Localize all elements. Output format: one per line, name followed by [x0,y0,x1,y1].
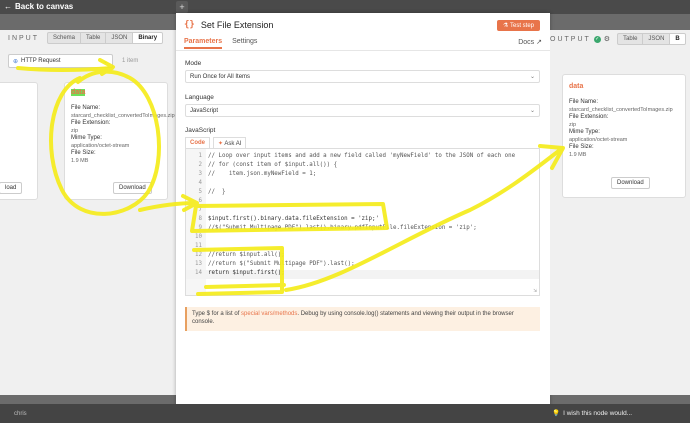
mode-value: Run Once for All Items [190,73,251,80]
feedback-label: I wish this node would... [563,409,633,417]
code-braces-icon: {} [184,20,195,30]
chevron-down-icon: ⌄ [102,58,108,65]
chevron-down-icon: ⌄ [529,108,535,114]
file-name-value: starcard_checklist_convertedToImages.zip [569,106,673,113]
node-editor-modal: {} Set File Extension ⚗ Test step Parame… [176,13,550,410]
code-hint: Type $ for a list of special vars/method… [185,307,540,331]
language-select[interactable]: JavaScript ⌄ [185,104,540,117]
tab-table[interactable]: Table [618,34,644,44]
code-line: 2// for (const item of $input.all()) { [198,162,338,168]
file-ext-label: File Extension: [569,114,609,120]
output-binary-card: data File Name: starcard_checklist_conve… [562,74,686,198]
gear-icon[interactable]: ⚙ [604,35,610,43]
file-name-label: File Name: [569,99,599,105]
code-line: 7 [198,207,203,213]
language-value: JavaScript [190,107,219,114]
ask-ai-label: Ask AI [224,141,242,147]
javascript-label: JavaScript [185,127,216,134]
tab-json[interactable]: JSON [106,33,134,43]
success-check-icon: ✓ [593,35,601,43]
mime-label: Mime Type: [71,135,102,141]
input-partial-card: load [0,82,38,200]
download-button[interactable]: Download [611,177,650,189]
code-line: 5// } [198,189,226,195]
tab-table[interactable]: Table [81,33,107,43]
code-line: 10 [195,234,202,240]
partial-download-button[interactable]: load [0,182,23,194]
back-to-canvas-link[interactable]: ← Back to canvas [4,2,73,11]
input-title: INPUT [8,34,39,42]
output-card-title: data [569,83,584,90]
mime-label: Mime Type: [569,129,600,135]
output-view-tabs: Table JSON B [617,33,686,45]
add-node-button[interactable]: + [176,1,188,13]
file-name-label: File Name: [71,105,101,111]
file-ext-value: zip [71,127,79,134]
sparkle-icon: ✦ [218,141,224,147]
flask-icon: ⚗ [503,23,509,29]
file-name-value: starcard_checklist_convertedToImages.zip [71,112,175,119]
feedback-link[interactable]: 💡 I wish this node would... [552,409,633,418]
modal-title: {} Set File Extension [184,20,273,30]
resize-handle-icon[interactable]: ⇲ [533,287,537,294]
mime-value: application/octet-stream [569,136,628,143]
tab-parameters[interactable]: Parameters [184,38,223,49]
file-size-value: 1.9 MB [569,151,587,158]
tab-binary[interactable]: Binary [133,33,163,43]
code-line: 9//$("Submit Multipage PDF").last().bina… [198,225,477,231]
code-line: 6 [198,198,203,204]
input-node-select[interactable]: ⊕ HTTP Request ⌄ [8,54,113,68]
code-line: 12//return $input.all(); [195,252,285,258]
test-step-label: Test step [509,23,534,29]
file-ext-value: zip [569,121,577,128]
input-card-title: data [71,89,86,96]
code-line: 11 [195,243,202,249]
code-line: 8 $input.first().binary.data.fileExtensio… [198,216,380,222]
chevron-down-icon: ⌄ [529,74,535,80]
lightbulb-icon: 💡 [552,410,561,417]
download-button[interactable]: Download [113,182,152,194]
file-ext-label: File Extension: [71,120,111,126]
http-node-icon: ⊕ [13,58,19,65]
docs-label: Docs [518,39,535,46]
file-size-label: File Size: [71,150,96,156]
special-vars-link[interactable]: special vars/methods [241,311,297,317]
back-label: Back to canvas [15,2,74,11]
code-editor[interactable]: 1// Loop over input items and add a new … [185,148,540,296]
code-line: 3// item.json.myNewField = 1; [198,171,317,177]
top-bar [0,0,690,14]
external-link-icon: ↗ [536,39,542,46]
tab-settings[interactable]: Settings [232,38,257,49]
tab-schema[interactable]: Schema [48,33,82,43]
input-view-tabs: Schema Table JSON Binary [47,32,164,44]
code-line: 1// Loop over input items and add a new … [198,153,516,159]
node-title[interactable]: Set File Extension [201,20,274,30]
code-line-current: 14 return $input.first(); [186,270,539,279]
mime-value: application/octet-stream [71,142,130,149]
output-panel: OUTPUT ✓ ⚙ Table JSON B data File Name: … [550,30,690,395]
input-node-name: HTTP Request [21,58,61,64]
input-binary-card: data File Name: starcard_checklist_conve… [64,82,175,200]
language-label: Language [185,94,214,101]
file-size-value: 1.9 MB [71,157,89,164]
modal-tabs: Parameters Settings [184,38,257,49]
input-item-count: 1 item [122,58,139,64]
mode-select[interactable]: Run Once for All Items ⌄ [185,70,540,83]
mode-label: Mode [185,60,202,67]
input-panel: INPUT Schema Table JSON Binary ⊕ HTTP Re… [0,30,176,395]
back-arrow-icon: ← [4,2,12,11]
code-line: 13//return $("Submit Multipage PDF").las… [195,261,355,267]
tabs-divider [176,50,550,51]
tab-json[interactable]: JSON [643,34,671,44]
docs-link[interactable]: Docs ↗ [518,38,542,46]
canvas-user-label: chris [14,411,27,417]
tab-binary[interactable]: B [670,34,685,44]
code-line: 4 [198,180,203,186]
test-step-button[interactable]: ⚗ Test step [497,20,540,31]
output-title: OUTPUT [550,35,591,43]
file-size-label: File Size: [569,144,594,150]
input-header: INPUT Schema Table JSON Binary [0,30,176,46]
